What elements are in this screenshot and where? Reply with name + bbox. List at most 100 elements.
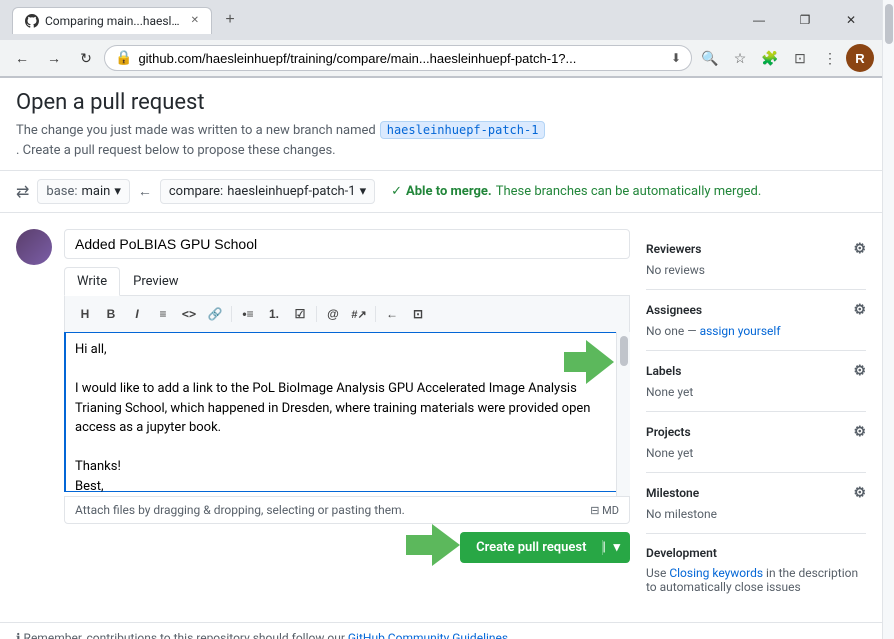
main-panel: Write Preview H B I ≡ <> 🔗: [16, 229, 630, 606]
pr-body-textarea[interactable]: Hi all, I would like to add a link to th…: [64, 332, 630, 492]
editor-toolbar: H B I ≡ <> 🔗 •≡ 1. ☑: [64, 296, 630, 332]
address-bar[interactable]: 🔒 ⬇: [104, 45, 692, 71]
development-section: Development Use Closing keywords in the …: [646, 534, 866, 606]
tab-close-button[interactable]: ✕: [191, 15, 199, 26]
projects-gear-icon[interactable]: ⚙: [853, 424, 866, 440]
toolbar-separator-3: [375, 306, 376, 322]
footer-text-pre: Remember, contributions to this reposito…: [24, 631, 345, 639]
heading-button[interactable]: H: [73, 302, 97, 326]
tab-title: Comparing main...haesleinhuep: [45, 14, 185, 28]
projects-value: None yet: [646, 446, 866, 460]
undo-button[interactable]: ←: [380, 302, 404, 326]
address-input[interactable]: [138, 51, 665, 66]
fullscreen-button[interactable]: ⊡: [406, 302, 430, 326]
page-title: Open a pull request: [16, 90, 866, 115]
sidebar-panel: Reviewers ⚙ No reviews Assignees ⚙ No on…: [646, 229, 866, 606]
submit-arrow-annotation: [406, 524, 460, 570]
file-attach-bar: Attach files by dragging & dropping, sel…: [64, 496, 630, 524]
merge-bar: ⇄ base: main ▾ ← compare: haesleinhuepf-…: [0, 171, 882, 213]
form-content: Write Preview H B I ≡ <> 🔗: [64, 229, 630, 563]
list-button[interactable]: ≡: [151, 302, 175, 326]
github-tab-icon: [25, 14, 39, 28]
link-button[interactable]: 🔗: [203, 302, 227, 326]
merge-status: ✓ Able to merge. These branches can be a…: [391, 184, 761, 199]
download-icon: ⬇: [671, 51, 681, 65]
nav-actions: 🔍 ☆ 🧩 ⊡ ⋮ R: [696, 44, 874, 72]
merge-status-text: Able to merge.: [406, 184, 492, 199]
assignees-gear-icon[interactable]: ⚙: [853, 302, 866, 318]
base-dropdown-icon: ▾: [114, 184, 121, 199]
reviewers-gear-icon[interactable]: ⚙: [853, 241, 866, 257]
projects-section: Projects ⚙ None yet: [646, 412, 866, 473]
community-guidelines-link[interactable]: GitHub Community Guidelines: [348, 631, 508, 639]
create-pr-dropdown-arrow[interactable]: ▾: [603, 532, 630, 563]
cross-ref-button[interactable]: #↗: [347, 302, 371, 326]
projects-header: Projects ⚙: [646, 424, 866, 440]
branch-notice-text: The change you just made was written to …: [16, 123, 376, 138]
assignees-header: Assignees ⚙: [646, 302, 866, 318]
code-button[interactable]: <>: [177, 302, 201, 326]
check-icon: ✓: [391, 184, 402, 199]
preview-tab[interactable]: Preview: [120, 267, 191, 296]
base-branch-select[interactable]: base: main ▾: [37, 179, 129, 204]
create-pr-button-label[interactable]: Create pull request: [460, 532, 602, 563]
mention-button[interactable]: @: [321, 302, 345, 326]
task-list-button[interactable]: ☑: [288, 302, 312, 326]
italic-button[interactable]: I: [125, 302, 149, 326]
browser-tab[interactable]: Comparing main...haesleinhuep ✕: [12, 7, 212, 34]
reload-button[interactable]: ↻: [72, 44, 100, 72]
editor-scrollbar[interactable]: [616, 332, 630, 496]
compare-branch-select[interactable]: compare: haesleinhuepf-patch-1 ▾: [160, 179, 375, 204]
closing-keywords-link[interactable]: Closing keywords: [669, 566, 763, 580]
milestone-gear-icon[interactable]: ⚙: [853, 485, 866, 501]
unordered-list-button[interactable]: •≡: [236, 302, 260, 326]
back-button[interactable]: ←: [8, 44, 36, 72]
development-value: Use Closing keywords in the description …: [646, 566, 866, 594]
branch-notice-end: . Create a pull request below to propose…: [16, 143, 336, 158]
assignees-separator: —: [687, 324, 696, 338]
menu-icon[interactable]: ⋮: [816, 44, 844, 72]
back-arrow-icon: ←: [138, 183, 152, 200]
projects-label: Projects: [646, 425, 691, 439]
write-tab[interactable]: Write: [64, 267, 120, 296]
milestone-value: No milestone: [646, 507, 866, 521]
minimize-button[interactable]: —: [736, 6, 782, 34]
forward-button[interactable]: →: [40, 44, 68, 72]
assignees-label: Assignees: [646, 303, 702, 317]
bold-button[interactable]: B: [99, 302, 123, 326]
maximize-button[interactable]: ❐: [782, 6, 828, 34]
page-scrollbar-thumb[interactable]: [885, 4, 893, 44]
extensions-icon[interactable]: 🧩: [756, 44, 784, 72]
file-attach-hint: Attach files by dragging & dropping, sel…: [75, 503, 405, 517]
new-tab-button[interactable]: +: [216, 6, 244, 34]
labels-header: Labels ⚙: [646, 363, 866, 379]
milestone-header: Milestone ⚙: [646, 485, 866, 501]
profile-button[interactable]: R: [846, 44, 874, 72]
title-bar: Comparing main...haesleinhuep ✕ + — ❐ ✕: [0, 0, 882, 40]
page-scrollbar[interactable]: [882, 0, 894, 639]
page-content: Open a pull request The change you just …: [0, 78, 882, 639]
search-icon[interactable]: 🔍: [696, 44, 724, 72]
branch-notice: The change you just made was written to …: [16, 121, 866, 158]
markdown-icon: ⊟ MD: [590, 504, 619, 517]
labels-value: None yet: [646, 385, 866, 399]
merge-status-sub: These branches can be automatically merg…: [496, 184, 762, 199]
toolbar-separator-2: [316, 306, 317, 322]
page-footer: ℹ Remember, contributions to this reposi…: [0, 622, 882, 639]
milestone-label: Milestone: [646, 486, 699, 500]
labels-gear-icon[interactable]: ⚙: [853, 363, 866, 379]
create-pr-button[interactable]: Create pull request | ▾: [460, 532, 630, 563]
bookmark-icon[interactable]: ☆: [726, 44, 754, 72]
reviewers-label: Reviewers: [646, 242, 701, 256]
lock-icon: 🔒: [115, 50, 132, 66]
scrollbar-thumb[interactable]: [620, 336, 628, 366]
assignees-section: Assignees ⚙ No one — assign yourself: [646, 290, 866, 351]
assign-yourself-link[interactable]: assign yourself: [700, 324, 781, 338]
pr-title-input[interactable]: [64, 229, 630, 259]
branch-name-tag: haesleinhuepf-patch-1: [380, 121, 546, 139]
toolbar-separator: [231, 306, 232, 322]
sidebar-toggle-icon[interactable]: ⊡: [786, 44, 814, 72]
labels-section: Labels ⚙ None yet: [646, 351, 866, 412]
close-button[interactable]: ✕: [828, 6, 874, 34]
ordered-list-button[interactable]: 1.: [262, 302, 286, 326]
